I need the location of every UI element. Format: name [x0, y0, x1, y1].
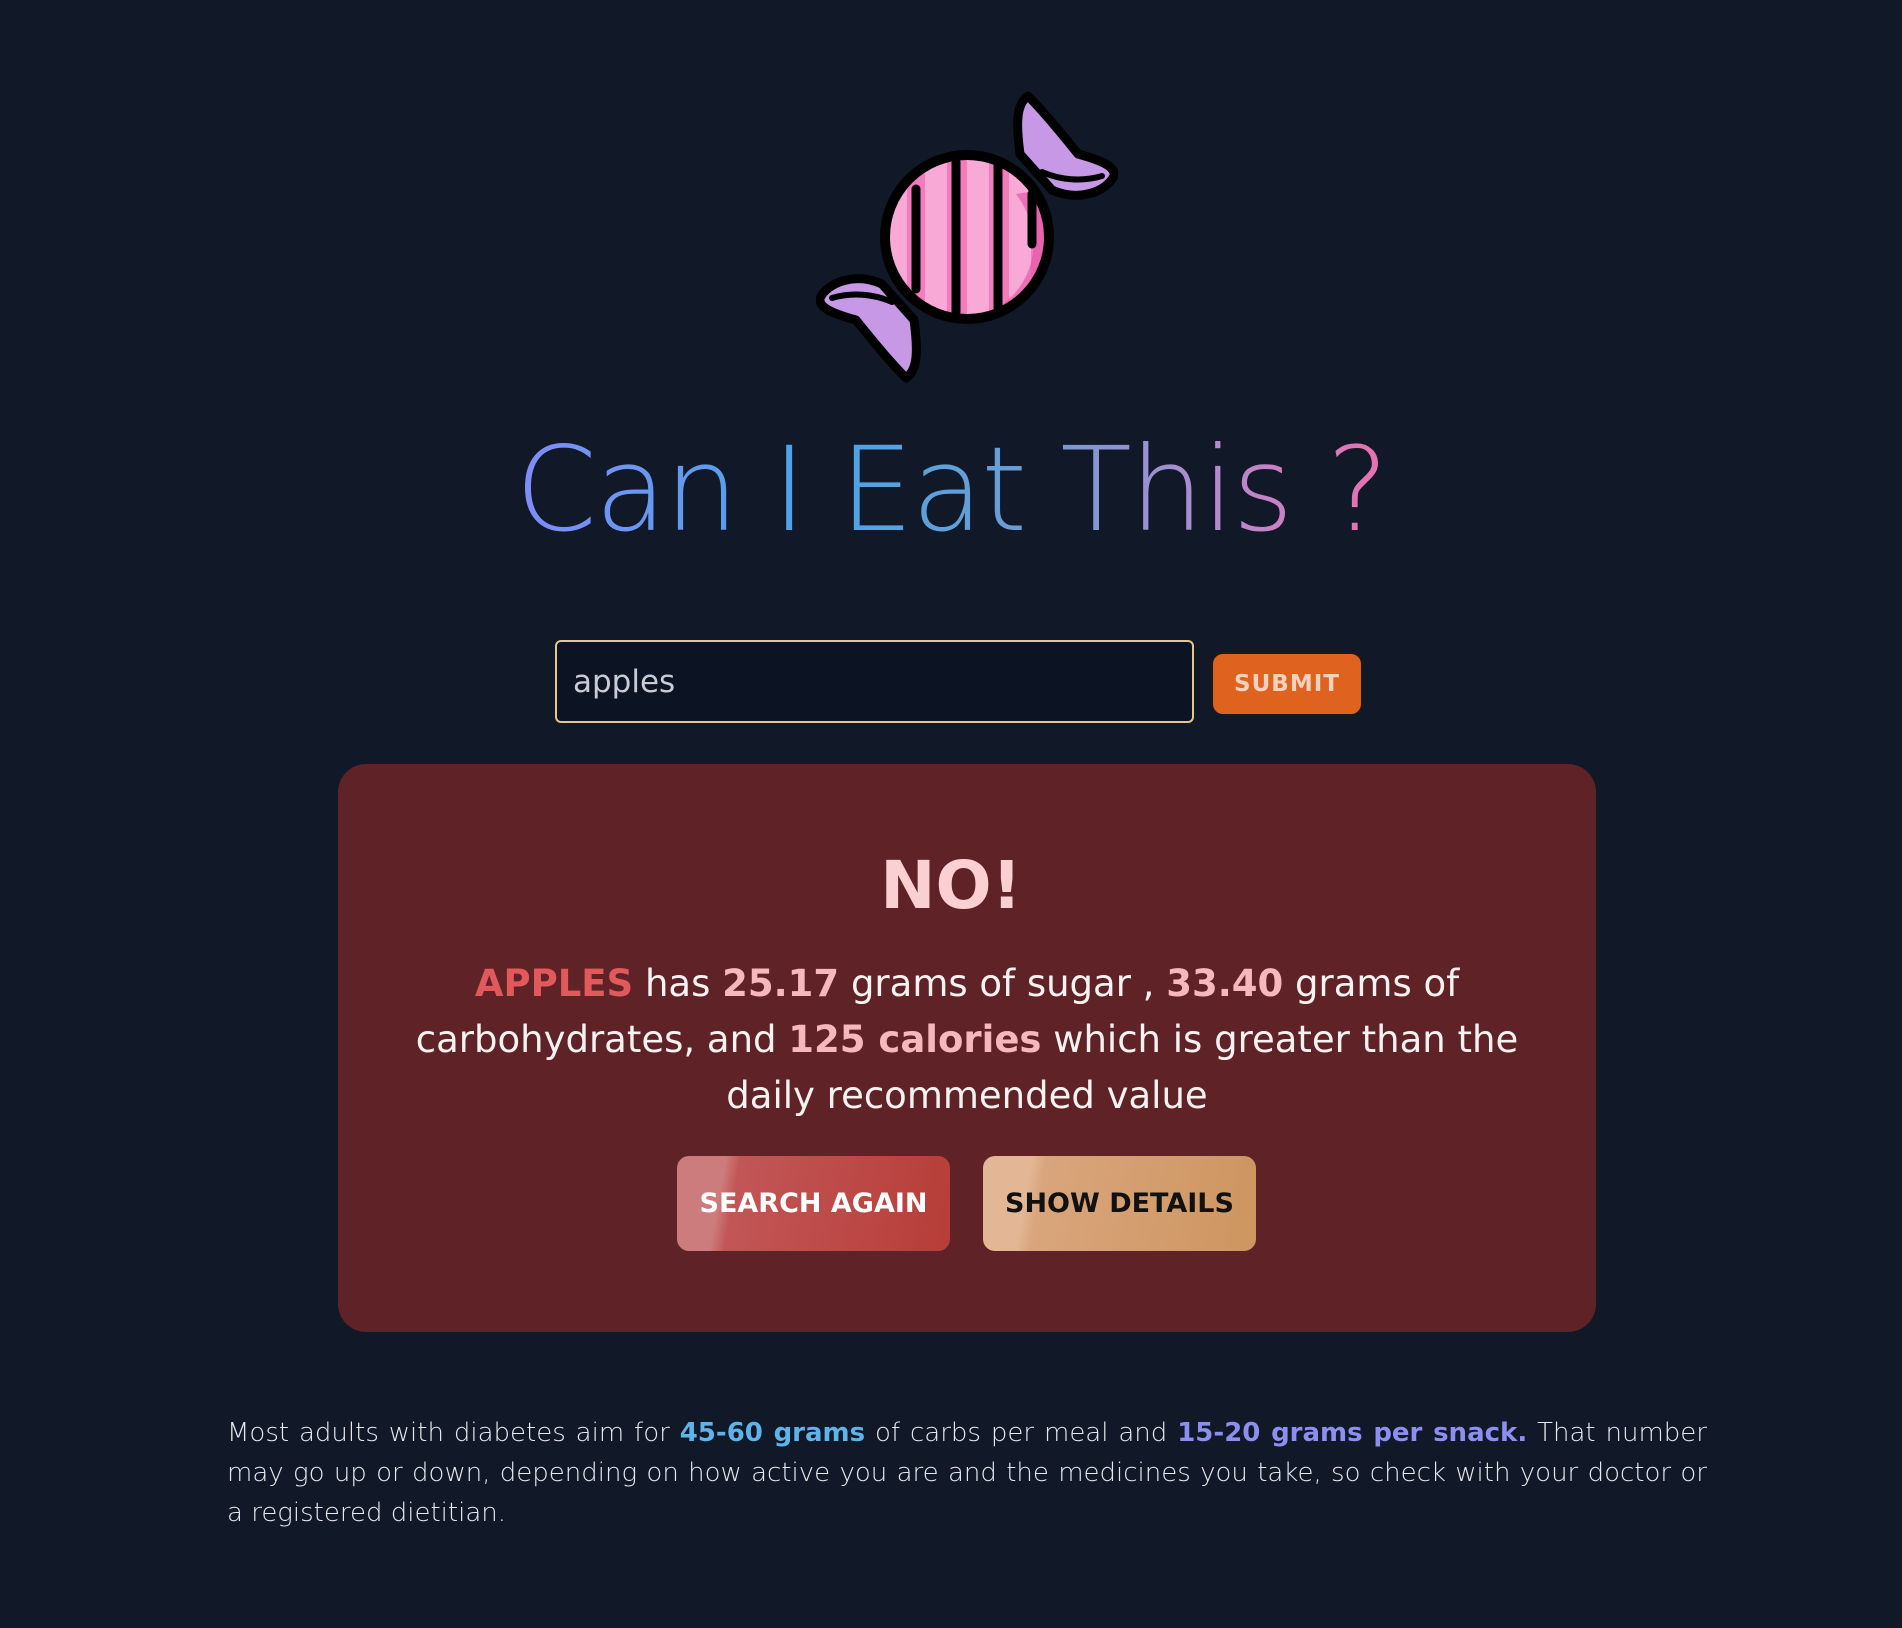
sugar-value: 25.17	[722, 962, 840, 1005]
carbs-per-meal-highlight: 45-60 grams	[679, 1418, 866, 1448]
search-again-button[interactable]: SEARCH AGAIN	[677, 1156, 950, 1251]
search-input[interactable]	[555, 640, 1194, 723]
result-message: APPLES has 25.17 grams of sugar , 33.40 …	[398, 956, 1536, 1124]
candy-icon	[816, 91, 1118, 383]
calories-value: 125 calories	[788, 1018, 1042, 1061]
carbs-per-snack-highlight: 15-20 grams per snack.	[1177, 1418, 1528, 1448]
submit-button[interactable]: SUBMIT	[1211, 652, 1363, 716]
diabetes-guidance-note: Most adults with diabetes aim for 45-60 …	[227, 1413, 1707, 1533]
show-details-button[interactable]: SHOW DETAILS	[983, 1156, 1256, 1251]
carbs-value: 33.40	[1166, 962, 1284, 1005]
page-title: Can I Eat This ?	[0, 420, 1902, 560]
message-text: grams of sugar ,	[839, 962, 1167, 1005]
note-text: of carbs per meal and	[865, 1418, 1178, 1448]
verdict-heading: NO!	[880, 847, 1022, 924]
note-text: Most adults with diabetes aim for	[227, 1418, 680, 1448]
page: Can I Eat This ? SUBMIT NO! APPLES has 2…	[0, 0, 1902, 1628]
page-title-text: Can I Eat This ?	[515, 421, 1388, 558]
message-text: has	[633, 962, 723, 1005]
food-name: APPLES	[474, 962, 634, 1005]
